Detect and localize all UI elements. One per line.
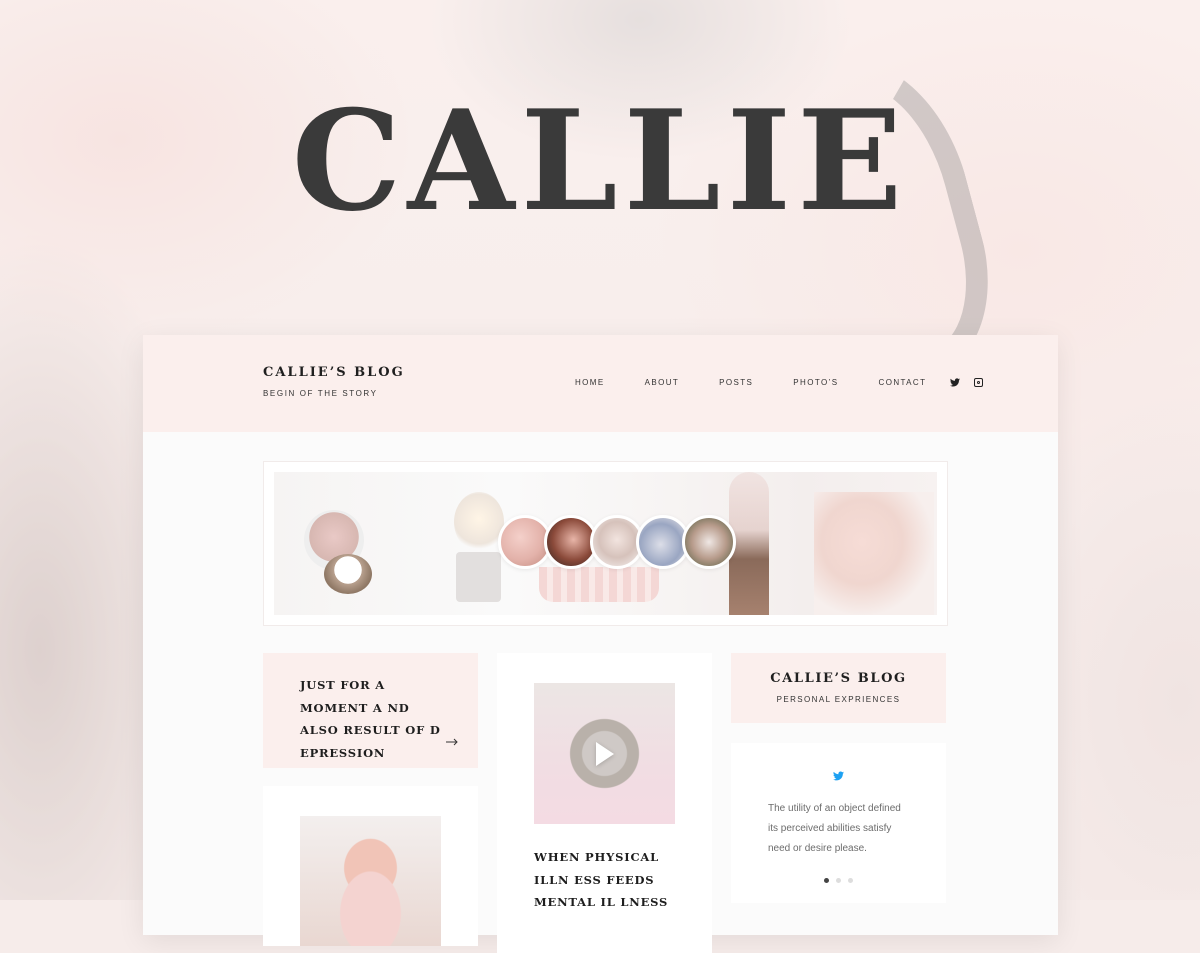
nav-item-contact[interactable]: CONTACT	[879, 378, 927, 387]
site-header: CALLIE’S BLOG BEGIN OF THE STORY HOME AB…	[143, 335, 1058, 432]
brand[interactable]: CALLIE’S BLOG BEGIN OF THE STORY	[263, 365, 405, 398]
hero-title: CALLIE	[291, 79, 909, 242]
arrow-right-icon[interactable]	[446, 738, 458, 746]
social-links	[950, 378, 984, 387]
tweet-text: The utility of an object defined its per…	[768, 803, 901, 854]
post-title[interactable]: WHEN PHYSICAL ILLN ESS FEEDS MENTAL IL L…	[534, 846, 684, 914]
twitter-icon[interactable]	[833, 771, 844, 781]
widget-subtitle: PERSONAL EXPRIENCES	[776, 695, 901, 704]
carousel-dot[interactable]	[836, 878, 841, 883]
widget-title: CALLIE’S BLOG	[770, 671, 907, 686]
nav-item-about[interactable]: ABOUT	[645, 378, 680, 387]
twitter-widget: The utility of an object defined its per…	[731, 743, 946, 903]
post-card[interactable]: WHEN PHYSICAL ILLN ESS FEEDS MENTAL IL L…	[497, 653, 712, 953]
nav-item-posts[interactable]: POSTS	[719, 378, 753, 387]
instagram-icon[interactable]	[974, 378, 984, 387]
brand-title: CALLIE’S BLOG	[263, 365, 405, 380]
blog-preview-card: CALLIE’S BLOG BEGIN OF THE STORY HOME AB…	[143, 335, 1058, 953]
post-card[interactable]: JUST FOR A MOMENT A ND ALSO RESULT OF D …	[263, 653, 478, 768]
nav-item-home[interactable]: HOME	[575, 378, 605, 387]
carousel-dot[interactable]	[824, 878, 829, 883]
post-card[interactable]	[263, 786, 478, 946]
nav-item-photos[interactable]: PHOTO’S	[793, 378, 838, 387]
banner-gallery	[263, 461, 948, 626]
post-thumbnail[interactable]	[534, 683, 675, 824]
main-nav: HOME ABOUT POSTS PHOTO’S CONTACT	[575, 378, 984, 387]
play-icon[interactable]	[595, 741, 614, 766]
story-avatar[interactable]	[682, 515, 736, 569]
carousel-dot[interactable]	[848, 878, 853, 883]
brand-subtitle: BEGIN OF THE STORY	[263, 389, 378, 398]
sidebar-about-widget: CALLIE’S BLOG PERSONAL EXPRIENCES	[731, 653, 946, 723]
story-avatars	[498, 515, 736, 569]
post-title[interactable]: JUST FOR A MOMENT A ND ALSO RESULT OF D …	[300, 674, 450, 764]
carousel-dots	[731, 878, 946, 883]
banner-image	[274, 472, 937, 615]
twitter-icon[interactable]	[950, 378, 961, 387]
post-thumbnail[interactable]	[300, 816, 441, 946]
